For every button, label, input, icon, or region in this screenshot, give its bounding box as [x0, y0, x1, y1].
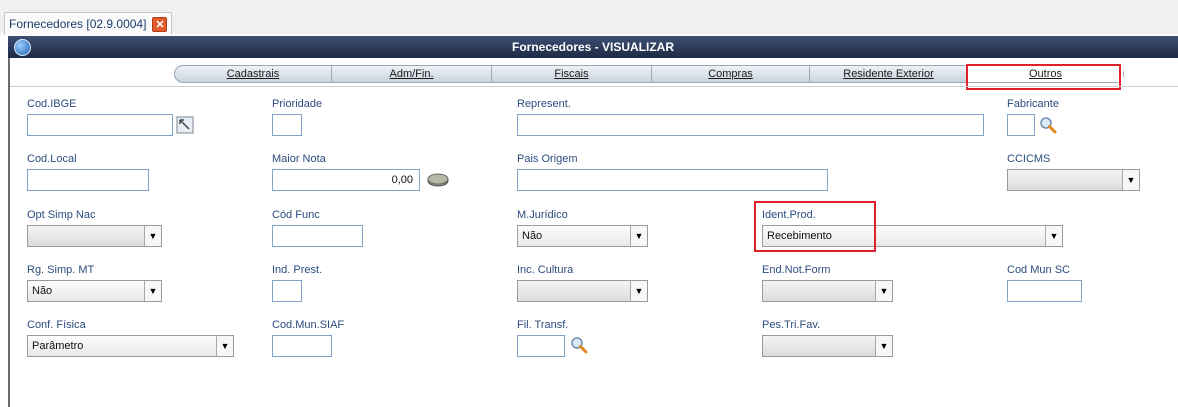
conf-fisica-select[interactable]: Parâmetro ▼	[27, 335, 234, 357]
document-tab[interactable]: Fornecedores [02.9.0004] ✕	[4, 12, 173, 35]
chevron-down-icon[interactable]: ▼	[630, 226, 647, 246]
represent-input[interactable]	[517, 114, 984, 136]
fil-transf-input[interactable]	[517, 335, 565, 357]
cod-mun-sc-input[interactable]	[1007, 280, 1082, 302]
window-title: Fornecedores - VISUALIZAR	[511, 40, 675, 54]
cod-mun-siaf-label: Cod.Mun.SIAF	[272, 319, 345, 331]
pais-origem-input[interactable]	[517, 169, 828, 191]
end-not-form-select[interactable]: ▼	[762, 280, 893, 302]
represent-label: Represent.	[517, 98, 571, 110]
inc-cultura-select[interactable]: ▼	[517, 280, 648, 302]
pes-tri-fav-label: Pes.Tri.Fav.	[762, 319, 821, 331]
opt-simp-nac-label: Opt Simp Nac	[27, 209, 96, 221]
chevron-down-icon[interactable]: ▼	[875, 336, 892, 356]
rg-simp-mt-select[interactable]: Não ▼	[27, 280, 162, 302]
chevron-down-icon[interactable]: ▼	[630, 281, 647, 301]
chevron-down-icon[interactable]: ▼	[875, 281, 892, 301]
calculator-icon[interactable]	[426, 172, 450, 188]
tab-compras[interactable]: Compras	[652, 66, 810, 82]
search-icon[interactable]	[570, 336, 588, 354]
maior-nota-label: Maior Nota	[272, 153, 326, 165]
window-title-bar: Fornecedores - VISUALIZAR	[8, 36, 1178, 58]
fabricante-label: Fabricante	[1007, 98, 1059, 110]
cod-ibge-input[interactable]	[27, 114, 173, 136]
cod-mun-siaf-input[interactable]	[272, 335, 332, 357]
chevron-down-icon[interactable]: ▼	[1045, 226, 1062, 246]
lookup-icon[interactable]	[176, 116, 194, 134]
document-tab-strip	[0, 0, 1178, 34]
prioridade-label: Prioridade	[272, 98, 323, 110]
cod-local-input[interactable]	[27, 169, 149, 191]
fil-transf-label: Fil. Transf.	[517, 319, 569, 331]
close-icon[interactable]: ✕	[152, 16, 168, 32]
search-icon[interactable]	[1039, 116, 1057, 134]
tab-residente-exterior[interactable]: Residente Exterior	[810, 66, 968, 82]
m-juridico-select[interactable]: Não ▼	[517, 225, 648, 247]
opt-simp-nac-select[interactable]: ▼	[27, 225, 162, 247]
ccicms-select[interactable]: ▼	[1007, 169, 1140, 191]
content-divider	[10, 86, 1178, 87]
cod-func-input[interactable]	[272, 225, 363, 247]
end-not-form-label: End.Not.Form	[762, 264, 831, 276]
highlight-ident-prod	[754, 201, 876, 252]
ind-prest-input[interactable]	[272, 280, 302, 302]
fabricante-input[interactable]	[1007, 114, 1035, 136]
chevron-down-icon[interactable]: ▼	[144, 281, 161, 301]
tab-cadastrais[interactable]: Cadastrais	[175, 66, 332, 82]
pes-tri-fav-select[interactable]: ▼	[762, 335, 893, 357]
cod-func-label: Cód Func	[272, 209, 320, 221]
tab-fiscais[interactable]: Fiscais	[492, 66, 652, 82]
m-juridico-label: M.Jurídico	[517, 209, 568, 221]
chevron-down-icon[interactable]: ▼	[1122, 170, 1139, 190]
ind-prest-label: Ind. Prest.	[272, 264, 323, 276]
window-border	[8, 36, 10, 407]
tab-adm-fin[interactable]: Adm/Fin.	[332, 66, 492, 82]
chevron-down-icon[interactable]: ▼	[216, 336, 233, 356]
cod-local-label: Cod.Local	[27, 153, 77, 165]
prioridade-input[interactable]	[272, 114, 302, 136]
chevron-down-icon[interactable]: ▼	[144, 226, 161, 246]
rg-simp-mt-label: Rg. Simp. MT	[27, 264, 95, 276]
document-tab-title: Fornecedores [02.9.0004]	[9, 17, 147, 31]
conf-fisica-label: Conf. Física	[27, 319, 86, 331]
ccicms-label: CCICMS	[1007, 153, 1051, 165]
cod-mun-sc-label: Cod Mun SC	[1007, 264, 1070, 276]
inc-cultura-label: Inc. Cultura	[517, 264, 574, 276]
pais-origem-label: Pais Origem	[517, 153, 578, 165]
rg-simp-mt-value: Não	[32, 285, 53, 297]
cod-ibge-label: Cod.IBGE	[27, 98, 77, 110]
maior-nota-input[interactable]: 0,00	[272, 169, 420, 191]
m-juridico-value: Não	[522, 230, 543, 242]
conf-fisica-value: Parâmetro	[32, 340, 84, 352]
